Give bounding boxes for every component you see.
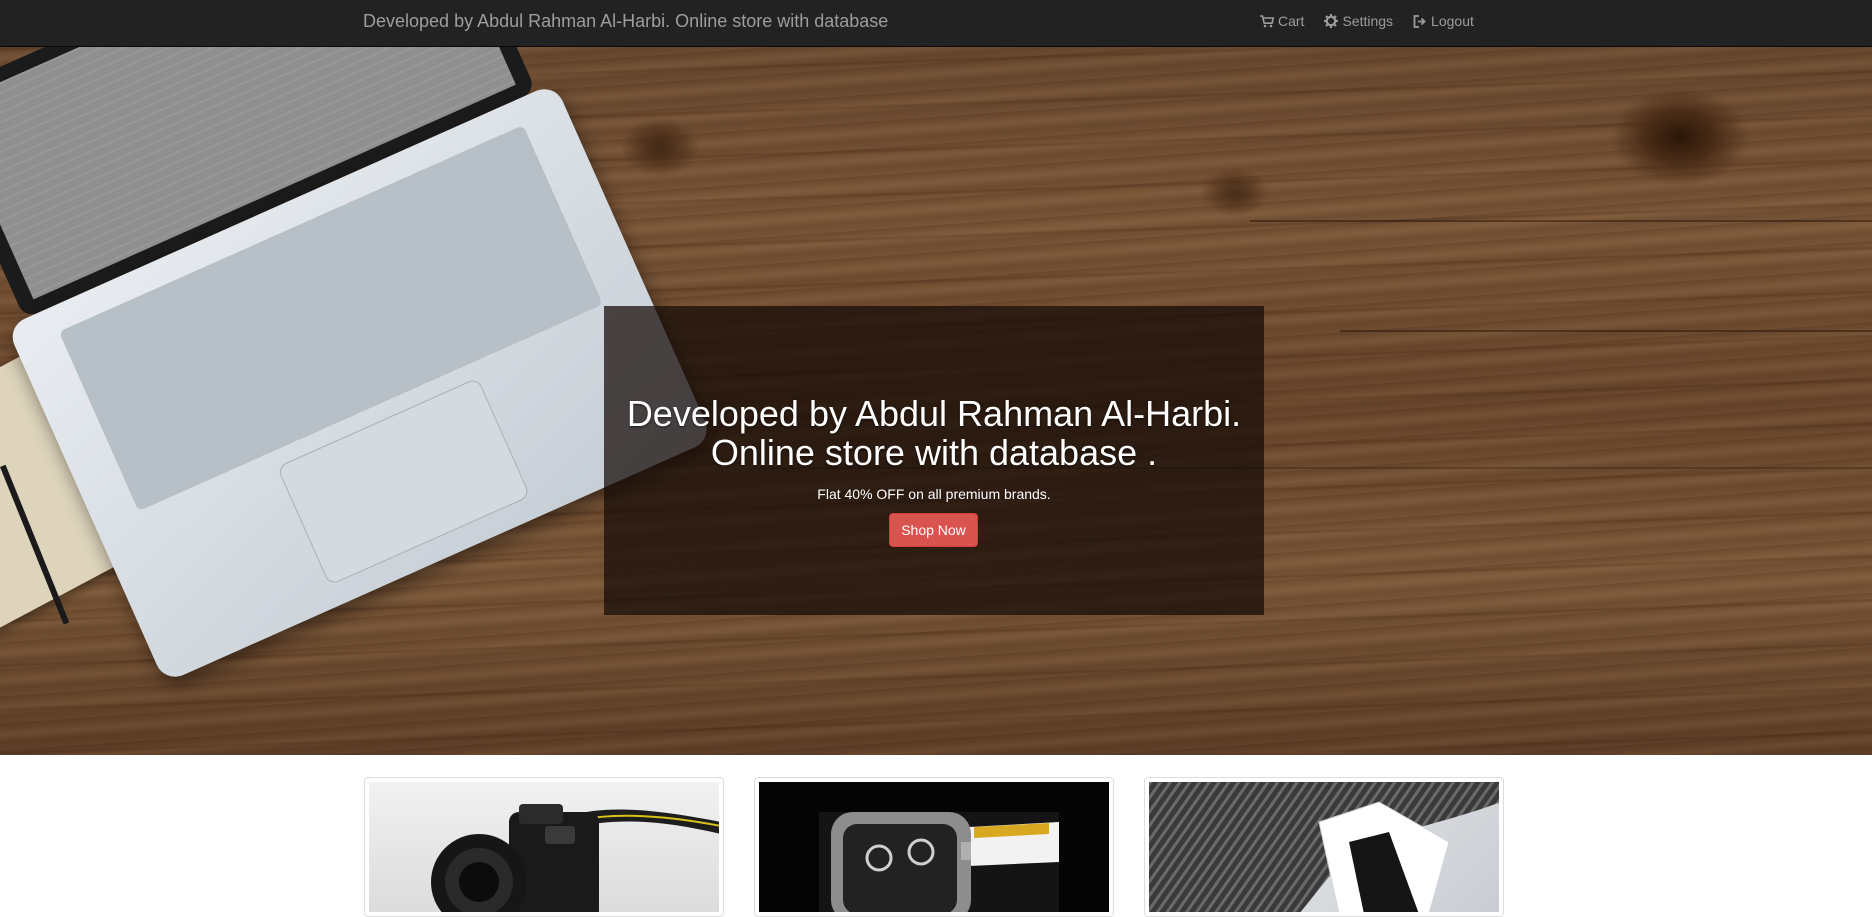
navbar-brand[interactable]: Developed by Abdul Rahman Al-Harbi. Onli… [363,0,888,47]
product-thumbnail[interactable] [1144,777,1504,917]
navbar-right-menu: Cart Settings Logout [1250,0,1484,47]
product-row [0,755,1872,917]
shop-now-button[interactable]: Shop Now [889,513,978,547]
watch-image [759,782,1109,912]
logout-icon [1413,14,1426,28]
hero-title: Developed by Abdul Rahman Al-Harbi. Onli… [604,394,1264,472]
product-thumbnail[interactable] [754,777,1114,917]
nav-settings-label: Settings [1342,13,1394,29]
shirt-image [1149,782,1499,912]
hero-title-line-2: Online store with database . [710,432,1158,473]
gear-icon [1324,14,1339,28]
nav-logout-label: Logout [1431,13,1474,29]
navbar: Developed by Abdul Rahman Al-Harbi. Onli… [0,0,1872,47]
shirt-illustration [1149,782,1499,912]
wood-plank-seam [1340,330,1872,332]
wood-plank-seam [1250,220,1872,222]
wood-knot [1610,87,1750,187]
cart-icon [1260,14,1274,27]
nav-logout-link[interactable]: Logout [1403,0,1484,42]
watch-illustration [819,812,1059,912]
hero-title-line-1: Developed by Abdul Rahman Al-Harbi. [626,393,1242,434]
nav-cart-label: Cart [1278,13,1305,29]
camera-illustration [431,804,719,912]
nav-cart-link[interactable]: Cart [1250,0,1314,42]
nav-settings-link[interactable]: Settings [1314,0,1403,42]
hero-banner: Developed by Abdul Rahman Al-Harbi. Onli… [0,47,1872,755]
product-thumbnail[interactable] [364,777,724,917]
hero-caption: Developed by Abdul Rahman Al-Harbi. Onli… [604,306,1264,615]
hero-subtitle: Flat 40% OFF on all premium brands. [817,486,1051,502]
camera-image [369,782,719,912]
wood-knot [1200,167,1270,217]
